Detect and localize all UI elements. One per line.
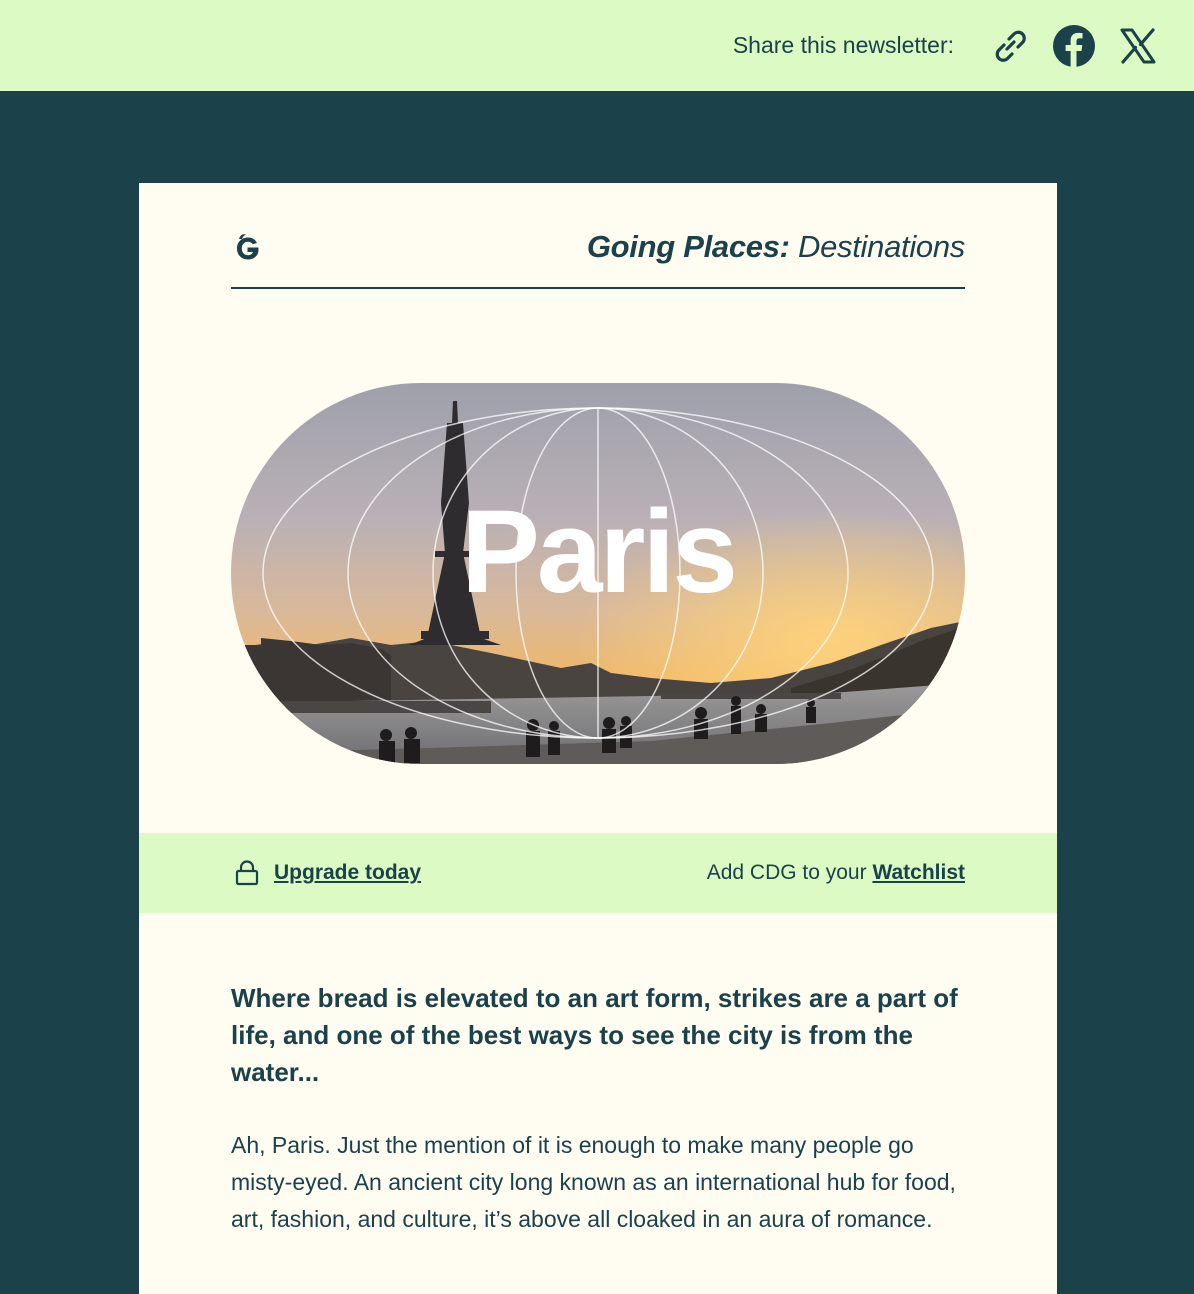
watchlist-prompt: Add CDG to your Watchlist <box>707 861 965 885</box>
hero-city-title: Paris <box>461 486 738 618</box>
article-headline: Where bread is elevated to an art form, … <box>231 983 958 1087</box>
upgrade-link[interactable]: Upgrade today <box>274 861 421 885</box>
hero-image: Paris <box>231 383 965 764</box>
article-intro: Ah, Paris. Just the mention of it is eno… <box>231 1132 956 1232</box>
newsletter-card: Going Places: Destinations Paris Upgrade… <box>139 183 1057 1294</box>
lock-icon <box>235 860 259 886</box>
newsletter-title-rest: Destinations <box>789 229 965 264</box>
upgrade-banner: Upgrade today Add CDG to your Watchlist <box>139 833 1057 913</box>
newsletter-title: Going Places: Destinations <box>587 229 965 265</box>
masthead: Going Places: Destinations <box>231 227 965 289</box>
watchlist-link[interactable]: Watchlist <box>872 861 965 884</box>
watchlist-prefix: Add CDG to your <box>706 861 873 884</box>
newsletter-title-bold: Going Places: <box>586 229 790 264</box>
x-icon[interactable] <box>1116 24 1160 68</box>
link-icon[interactable] <box>988 24 1032 68</box>
facebook-icon[interactable] <box>1052 24 1096 68</box>
share-bar: Share this newsletter: <box>0 0 1194 91</box>
going-logo-icon <box>237 234 259 260</box>
share-label: Share this newsletter: <box>732 32 954 58</box>
